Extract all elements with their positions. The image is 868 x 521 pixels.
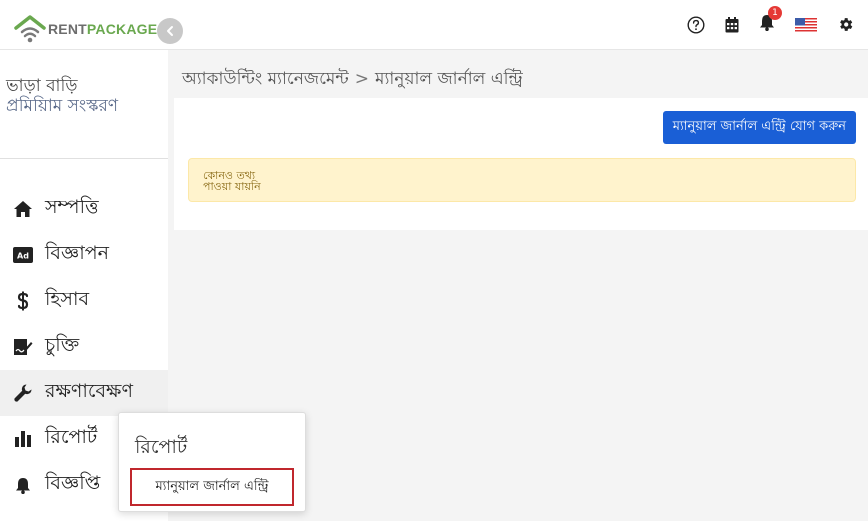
breadcrumb: অ্যাকাউন্টিং ম্যানেজমেন্ট > ম্যানুয়াল জার… — [182, 66, 523, 94]
manual-journal-entry-link[interactable]: ম্যানুয়াল জার্নাল এন্ট্রি — [130, 468, 294, 506]
notifications-button[interactable]: 1 — [759, 6, 782, 35]
popover-title: রিপোর্ট — [135, 436, 188, 458]
sidebar-item-accounts[interactable]: হিসাব — [0, 278, 168, 324]
content-card: ম্যানুয়াল জার্নাল এন্ট্রি যোগ করুন কোনও… — [174, 98, 868, 230]
ad-icon: Ad — [12, 244, 34, 266]
reports-submenu-popover: রিপোর্ট ম্যানুয়াল জার্নাল এন্ট্রি — [118, 412, 306, 512]
calendar-icon[interactable] — [725, 16, 739, 33]
notification-badge: 1 — [768, 6, 782, 20]
sidebar-brand: ভাড়া বাড়ি প্রমিয়িাম সংস্করণ — [6, 76, 118, 116]
contract-icon — [12, 336, 34, 358]
sidebar-divider — [0, 158, 168, 159]
sidebar-subtitle: প্রমিয়িাম সংস্করণ — [6, 96, 119, 116]
breadcrumb-current: ম্যানুয়াল জার্নাল এন্ট্রি — [375, 69, 523, 89]
bell-icon — [12, 474, 34, 496]
alert-text-line-2: পাওয়া যায়নি — [203, 180, 261, 193]
svg-text:Ad: Ad — [17, 252, 29, 261]
add-manual-journal-entry-button[interactable]: ম্যানুয়াল জার্নাল এন্ট্রি যোগ করুন — [662, 111, 856, 144]
app-logo[interactable]: RENTPACKAGE — [14, 14, 157, 44]
alert-text-line-1: কোনও তথ্য — [203, 169, 256, 182]
home-icon — [12, 198, 34, 220]
sidebar-item-label: রক্ষণাবেক্ষণ — [45, 380, 133, 402]
sidebar-item-label: সম্পত্তি — [45, 196, 99, 218]
sidebar-item-label: বিজ্ঞপ্তি — [45, 472, 101, 494]
sidebar-item-label: বিজ্ঞাপন — [45, 242, 109, 264]
sidebar-item-maintenance[interactable]: রক্ষণাবেক্ষণ — [0, 370, 168, 416]
no-data-alert: কোনও তথ্য পাওয়া যায়নি — [188, 158, 856, 202]
sidebar-item-label: চুক্তি — [45, 334, 80, 356]
logo-text: RENTPACKAGE — [48, 21, 158, 37]
dollar-icon — [12, 290, 34, 312]
sidebar-item-label: রিপোর্ট — [45, 426, 98, 448]
chevron-left-icon — [164, 22, 176, 41]
breadcrumb-parent[interactable]: অ্যাকাউন্টিং ম্যানেজমেন্ট — [182, 69, 349, 89]
sidebar-item-properties[interactable]: সম্পত্তি — [0, 186, 168, 232]
us-flag-icon[interactable] — [795, 17, 817, 32]
top-bar: RENTPACKAGE 1 — [0, 0, 868, 50]
collapse-sidebar-button[interactable] — [157, 18, 183, 44]
sidebar-item-contracts[interactable]: চুক্তি — [0, 324, 168, 370]
sidebar-item-ads[interactable]: Ad বিজ্ঞাপন — [0, 232, 168, 278]
sidebar-title: ভাড়া বাড়ি — [6, 76, 78, 96]
sidebar-item-label: হিসাব — [45, 288, 90, 310]
gear-icon[interactable] — [837, 16, 854, 33]
breadcrumb-separator: > — [354, 69, 369, 89]
wrench-icon — [12, 382, 34, 404]
help-icon[interactable] — [687, 15, 705, 34]
bar-chart-icon — [12, 428, 34, 450]
wifi-house-logo-icon — [14, 14, 46, 44]
